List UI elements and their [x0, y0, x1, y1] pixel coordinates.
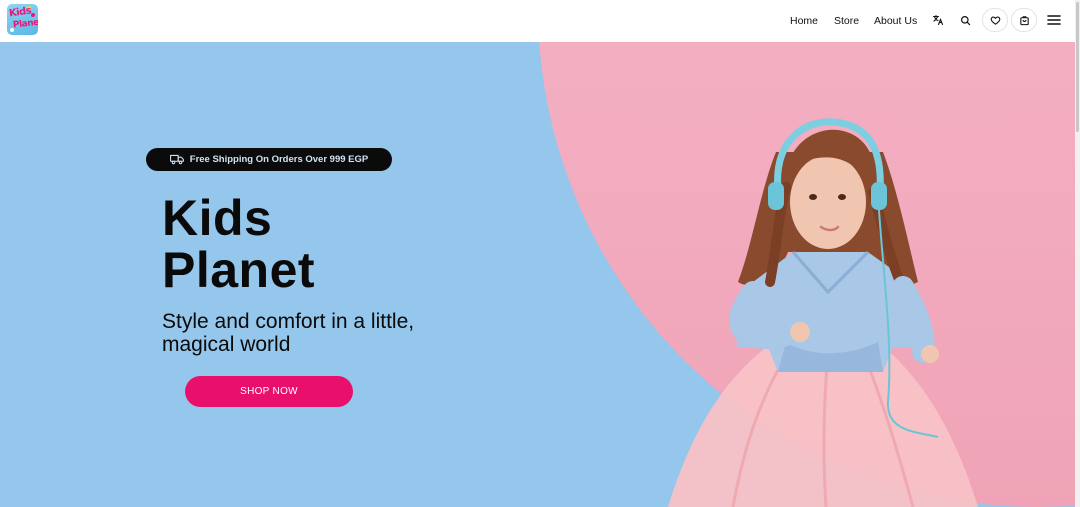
page-scrollbar[interactable] — [1075, 0, 1080, 507]
logo-text-planet: Planet — [12, 17, 38, 31]
heart-icon — [990, 16, 1000, 25]
nav-item-home[interactable]: Home — [790, 0, 818, 42]
hero-image-panel — [538, 42, 1075, 507]
hero-title-line1: Kids — [162, 190, 273, 246]
nav-link-about[interactable]: About Us — [874, 15, 917, 27]
translate-icon[interactable] — [931, 13, 945, 27]
site-header: Kids Planet Home Store About Us — [0, 0, 1075, 42]
nav-link-home[interactable]: Home — [790, 15, 818, 27]
nav-link-store[interactable]: Store — [834, 15, 859, 27]
hero-subtitle: Style and comfort in a little, magical w… — [162, 310, 415, 356]
scrollbar-thumb[interactable] — [1076, 2, 1079, 132]
shop-now-button[interactable]: SHOP NOW — [185, 376, 353, 407]
free-shipping-text: Free Shipping On Orders Over 999 EGP — [189, 154, 369, 165]
brand-logo[interactable]: Kids Planet — [7, 4, 38, 35]
hero-title-line2: Planet — [162, 242, 316, 298]
hero-girl-image — [668, 118, 978, 507]
logo-text-kids: Kids — [8, 5, 32, 20]
hero-title: Kids Planet — [162, 192, 315, 296]
nav-item-about[interactable]: About Us — [874, 0, 917, 42]
cart-button[interactable] — [1011, 8, 1037, 32]
cart-icon — [1019, 15, 1029, 25]
search-icon[interactable] — [958, 13, 972, 27]
hero-banner: Free Shipping On Orders Over 999 EGP Kid… — [0, 42, 1075, 507]
wishlist-button[interactable] — [982, 8, 1008, 32]
nav-item-store[interactable]: Store — [834, 0, 859, 42]
free-shipping-badge: Free Shipping On Orders Over 999 EGP — [146, 148, 392, 171]
menu-icon[interactable] — [1045, 12, 1062, 28]
truck-icon — [169, 154, 184, 165]
